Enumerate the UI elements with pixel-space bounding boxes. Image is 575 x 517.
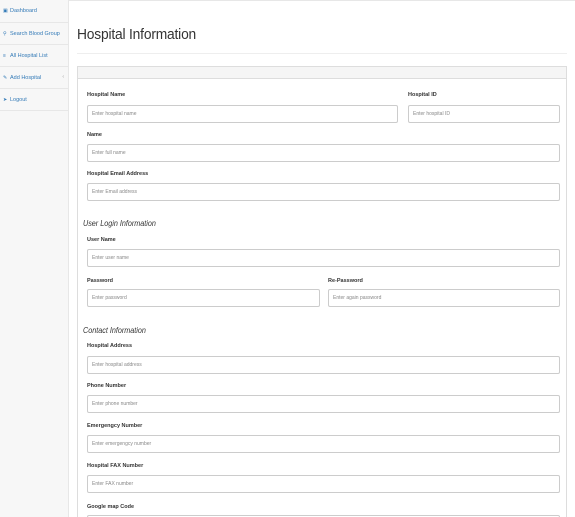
hospital-address-label: Hospital Address [87,343,133,349]
list-icon: ≡ [3,52,6,59]
sidebar: ▣ Dashboard ⚲ Search Blood Group ≡ All H… [0,0,69,517]
name-label: Name [87,132,102,138]
sidebar-item-label: Search Blood Group [10,30,60,37]
sidebar-item-logout[interactable]: ➤ Logout [0,89,68,111]
password-label: Password [87,278,113,284]
sidebar-item-all-hospital-list[interactable]: ≡ All Hospital List [0,45,68,67]
hospital-address-input[interactable] [87,356,560,374]
sidebar-item-add-hospital[interactable]: ✎ Add Hospital ‹ [0,67,68,89]
page-title: Hospital Information [77,26,197,43]
phone-number-input[interactable] [87,395,560,413]
hospital-form-panel: Hospital Name Hospital ID Name Hospital … [77,66,567,517]
logout-icon: ➤ [3,96,8,103]
password-input[interactable] [87,289,320,307]
hospital-id-label: Hospital ID [408,92,437,98]
sidebar-item-dashboard[interactable]: ▣ Dashboard [0,0,68,23]
re-password-input[interactable] [328,289,560,307]
fax-number-label: Hospital FAX Number [87,463,144,469]
email-label: Hospital Email Address [87,171,149,177]
sidebar-item-label: Dashboard [10,8,37,14]
dashboard-icon: ▣ [3,8,8,14]
main-content: Hospital Information Hospital Name Hospi… [69,0,575,517]
contact-section-heading: Contact Information [83,326,146,335]
divider [77,53,567,54]
user-name-label: User Name [87,237,116,243]
fax-number-input[interactable] [87,475,560,493]
edit-icon: ✎ [3,74,8,81]
phone-number-label: Phone Number [87,383,127,389]
google-map-code-label: Google map Code [87,504,135,510]
hospital-id-input[interactable] [408,105,560,123]
email-input[interactable] [87,183,560,201]
emergency-number-label: Emergengcy Number [87,423,143,429]
user-name-input[interactable] [87,249,560,267]
search-icon: ⚲ [3,30,7,37]
hospital-name-label: Hospital Name [87,92,126,98]
hospital-name-input[interactable] [87,105,398,123]
full-name-input[interactable] [87,144,560,162]
sidebar-item-search-blood-group[interactable]: ⚲ Search Blood Group [0,23,68,45]
emergency-number-input[interactable] [87,435,560,453]
sidebar-item-label: Add Hospital [10,74,42,81]
panel-heading [78,67,566,79]
login-section-heading: User Login Information [83,219,156,228]
chevron-left-icon: ‹ [62,74,64,80]
re-password-label: Re-Password [328,278,363,284]
sidebar-item-label: Logout [10,96,27,103]
sidebar-item-label: All Hospital List [10,52,48,59]
